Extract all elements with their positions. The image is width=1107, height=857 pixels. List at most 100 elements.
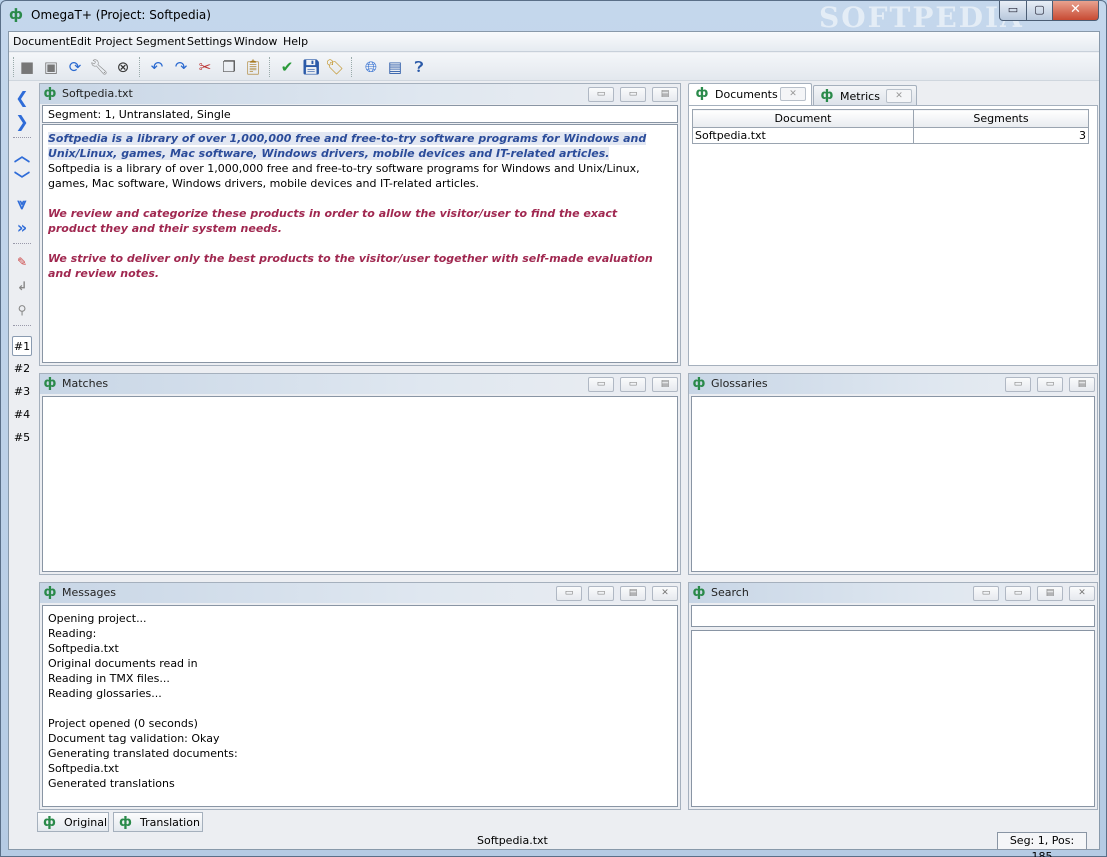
segment-3[interactable]: We strive to deliver only the best produ…: [48, 251, 669, 281]
down-segment-icon[interactable]: ﹀: [12, 170, 32, 190]
first-segment-icon[interactable]: ︿: [12, 146, 32, 166]
pane-controls: ▭ ▭ ▤ ✕: [550, 585, 678, 601]
pane-controls: ▭ ▭ ▤: [999, 376, 1095, 392]
tab-translation[interactable]: ф Translation: [113, 812, 203, 832]
messages-body[interactable]: Opening project... Reading: Softpedia.tx…: [42, 605, 678, 807]
menu-bar: Document Edit Project Segment Settings W…: [9, 32, 1099, 52]
sidebar-separator: [13, 325, 31, 327]
search-input[interactable]: [691, 605, 1095, 627]
pane-maximize-button[interactable]: ▤: [1069, 377, 1095, 392]
messages-pane: ф Messages ▭ ▭ ▤ ✕ Opening project... Readi…: [39, 582, 681, 810]
menu-edit[interactable]: Edit: [70, 35, 91, 48]
last-segment-icon[interactable]: »: [12, 218, 32, 238]
pane-restore-button[interactable]: ▭: [1037, 377, 1063, 392]
editor-text[interactable]: Softpedia is a library of over 1,000,000…: [48, 131, 669, 281]
segment-jump-4[interactable]: #4: [12, 405, 32, 425]
title-bar: ф OmegaT+ (Project: Softpedia) SOFTPEDIA…: [1, 1, 1106, 34]
pane-close-button[interactable]: ✕: [1069, 586, 1095, 601]
table-row[interactable]: Softpedia.txt 3: [692, 127, 1089, 144]
glossaries-body[interactable]: [691, 396, 1095, 572]
pane-maximize-button[interactable]: ▤: [620, 586, 646, 601]
refresh-icon[interactable]: ⟳: [65, 57, 85, 77]
pane-minimize-button[interactable]: ▭: [1005, 377, 1031, 392]
omegat-pane-icon: ф: [43, 86, 57, 101]
pane-maximize-button[interactable]: ▤: [652, 87, 678, 102]
eraser-icon[interactable]: ✎: [12, 252, 32, 272]
wrench-icon[interactable]: 🔧︎: [89, 57, 109, 77]
documents-table: Document Segments Softpedia.txt 3: [692, 109, 1089, 144]
copy-icon[interactable]: ❐: [219, 57, 239, 77]
save-all-icon[interactable]: ▤: [385, 57, 405, 77]
insert-icon[interactable]: ↲: [12, 276, 32, 296]
pane-minimize-button[interactable]: ▭: [556, 586, 582, 601]
message-line: Reading:: [48, 627, 97, 640]
globe-icon[interactable]: 🌐︎: [361, 57, 381, 77]
menu-project[interactable]: Project: [95, 35, 133, 48]
close-tab-icon[interactable]: ✕: [780, 87, 806, 101]
pane-minimize-button[interactable]: ▭: [588, 377, 614, 392]
next-segment-icon[interactable]: ❯: [12, 112, 32, 132]
help-icon[interactable]: ❓︎: [409, 57, 429, 77]
tab-original[interactable]: ф Original: [37, 812, 109, 832]
pane-close-button[interactable]: ✕: [652, 586, 678, 601]
pane-minimize-button[interactable]: ▭: [973, 586, 999, 601]
cut-icon[interactable]: ✂: [195, 57, 215, 77]
pane-minimize-button[interactable]: ▭: [588, 87, 614, 102]
omegat-tab-icon: ф: [43, 815, 56, 830]
toolbar-separator: [269, 57, 271, 77]
next-untranslated-icon[interactable]: ⩔: [12, 194, 32, 214]
tab-documents[interactable]: ф Documents ✕: [688, 83, 812, 105]
editor-body[interactable]: Softpedia is a library of over 1,000,000…: [42, 124, 678, 363]
column-header-segments[interactable]: Segments: [913, 109, 1089, 128]
menu-help[interactable]: Help: [283, 35, 308, 48]
menu-segment[interactable]: Segment: [136, 35, 186, 48]
tab-metrics[interactable]: ф Metrics ✕: [813, 85, 917, 105]
menu-window[interactable]: Window: [234, 35, 277, 48]
active-segment-target[interactable]: Softpedia is a library of over 1,000,000…: [48, 161, 669, 191]
minimize-button[interactable]: ▭: [999, 1, 1027, 21]
segment-jump-5[interactable]: #5: [12, 428, 32, 448]
new-document-icon[interactable]: ■: [17, 57, 37, 77]
omegat-pane-icon: ф: [692, 376, 706, 391]
toolbar-separator: [351, 57, 353, 77]
menu-settings[interactable]: Settings: [187, 35, 232, 48]
pane-restore-button[interactable]: ▭: [620, 87, 646, 102]
redo-icon[interactable]: ↷: [171, 57, 191, 77]
matches-body[interactable]: [42, 396, 678, 572]
message-line: Generating translated documents:: [48, 747, 238, 760]
close-tab-icon[interactable]: ✕: [886, 89, 912, 103]
pane-maximize-button[interactable]: ▤: [1037, 586, 1063, 601]
save-icon[interactable]: 💾︎: [301, 57, 321, 77]
search-pane: ф Search ▭ ▭ ▤ ✕: [688, 582, 1098, 810]
pane-restore-button[interactable]: ▭: [620, 377, 646, 392]
segment-2[interactable]: We review and categorize these products …: [48, 206, 669, 236]
close-button[interactable]: ✕: [1052, 1, 1099, 21]
maximize-button[interactable]: ▢: [1026, 1, 1053, 21]
column-header-document[interactable]: Document: [692, 109, 914, 128]
segment-jump-1[interactable]: #1: [12, 336, 32, 356]
previous-segment-icon[interactable]: ❮: [12, 88, 32, 108]
search-results[interactable]: [691, 630, 1095, 807]
segments-cell[interactable]: 3: [913, 127, 1089, 144]
documents-pane: ф Documents ✕ ф Metrics ✕ Document Segme…: [688, 83, 1098, 366]
cancel-icon[interactable]: ⊗: [113, 57, 133, 77]
undo-icon[interactable]: ↶: [147, 57, 167, 77]
menu-document[interactable]: Document: [13, 35, 70, 48]
documents-body: Document Segments Softpedia.txt 3: [688, 105, 1098, 366]
segment-jump-2[interactable]: #2: [12, 359, 32, 379]
omegat-tab-icon: ф: [695, 86, 709, 101]
paste-icon[interactable]: 📋︎: [243, 57, 263, 77]
messages-log: Opening project... Reading: Softpedia.tx…: [48, 611, 238, 791]
editor-pane-header: ф Softpedia.txt ▭ ▭ ▤: [40, 84, 680, 104]
tag-icon[interactable]: 🏷︎: [325, 57, 345, 77]
pane-restore-button[interactable]: ▭: [1005, 586, 1031, 601]
pane-maximize-button[interactable]: ▤: [652, 377, 678, 392]
pane-restore-button[interactable]: ▭: [588, 586, 614, 601]
omegat-pane-icon: ф: [692, 585, 706, 600]
validate-check-icon[interactable]: ✔: [277, 57, 297, 77]
close-document-icon[interactable]: ▣: [41, 57, 61, 77]
sidebar-separator: [13, 243, 31, 245]
magnifier-icon[interactable]: ⚲: [12, 300, 32, 320]
segment-jump-3[interactable]: #3: [12, 382, 32, 402]
document-cell[interactable]: Softpedia.txt: [692, 127, 914, 144]
